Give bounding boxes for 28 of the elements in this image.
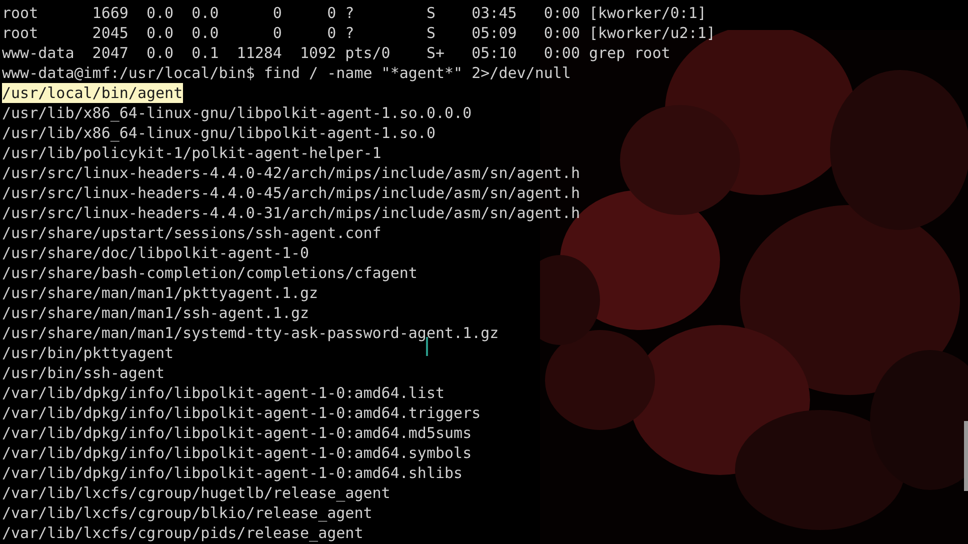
file-path: /usr/src/linux-headers-4.4.0-31/arch/mips/include/asm/sn/agent.h — [2, 203, 580, 223]
scrollbar-thumb[interactable] — [964, 421, 968, 491]
process-row: root 1669 0.0 0.0 0 0 ? S 03:45 0:00 [kworker/0:1] — [2, 3, 706, 23]
file-path: /usr/lib/x86_64-linux-gnu/libpolkit-agent-1.so.0.0.0 — [2, 103, 472, 123]
file-path: /usr/src/linux-headers-4.4.0-45/arch/mips/include/asm/sn/agent.h — [2, 183, 580, 203]
file-path: /usr/bin/ssh-agent — [2, 363, 165, 383]
process-row: www-data 2047 0.0 0.1 11284 1092 pts/0 S+ 05:10 0:00 grep root — [2, 43, 670, 63]
file-path: /var/lib/lxcfs/cgroup/blkio/release_agent — [2, 503, 372, 523]
file-path: /usr/local/bin/agent — [2, 83, 183, 103]
command-prompt: www-data@imf:/usr/local/bin$ find / -name "*agent*" 2>/dev/null — [2, 63, 571, 83]
file-path: /usr/share/man/man1/pkttyagent.1.gz — [2, 283, 318, 303]
file-path: /usr/share/man/man1/systemd-tty-ask-password-agent.1.gz — [2, 323, 499, 343]
file-path: /usr/src/linux-headers-4.4.0-42/arch/mips/include/asm/sn/agent.h — [2, 163, 580, 183]
file-path: /var/lib/dpkg/info/libpolkit-agent-1-0:amd64.symbols — [2, 443, 472, 463]
process-row: root 2045 0.0 0.0 0 0 ? S 05:09 0:00 [kworker/u2:1] — [2, 23, 716, 43]
file-path: /var/lib/dpkg/info/libpolkit-agent-1-0:amd64.shlibs — [2, 463, 463, 483]
file-path: /var/lib/dpkg/info/libpolkit-agent-1-0:amd64.list — [2, 383, 445, 403]
file-path: /usr/bin/pkttyagent — [2, 343, 174, 363]
file-path: /usr/lib/x86_64-linux-gnu/libpolkit-agent-1.so.0 — [2, 123, 436, 143]
file-path: /var/lib/lxcfs/cgroup/pids/release_agent — [2, 523, 364, 543]
file-path: /usr/share/bash-completion/completions/cfagent — [2, 263, 418, 283]
file-path: /usr/share/doc/libpolkit-agent-1-0 — [2, 243, 310, 263]
file-path: /var/lib/dpkg/info/libpolkit-agent-1-0:amd64.md5sums — [2, 423, 472, 443]
file-path: /var/lib/lxcfs/cgroup/hugetlb/release_agent — [2, 483, 390, 503]
file-path: /var/lib/dpkg/info/libpolkit-agent-1-0:amd64.triggers — [2, 403, 481, 423]
file-path: /usr/share/man/man1/ssh-agent.1.gz — [2, 303, 310, 323]
file-path: /usr/lib/policykit-1/polkit-agent-helper-1 — [2, 143, 382, 163]
file-path: /usr/share/upstart/sessions/ssh-agent.conf — [2, 223, 382, 243]
